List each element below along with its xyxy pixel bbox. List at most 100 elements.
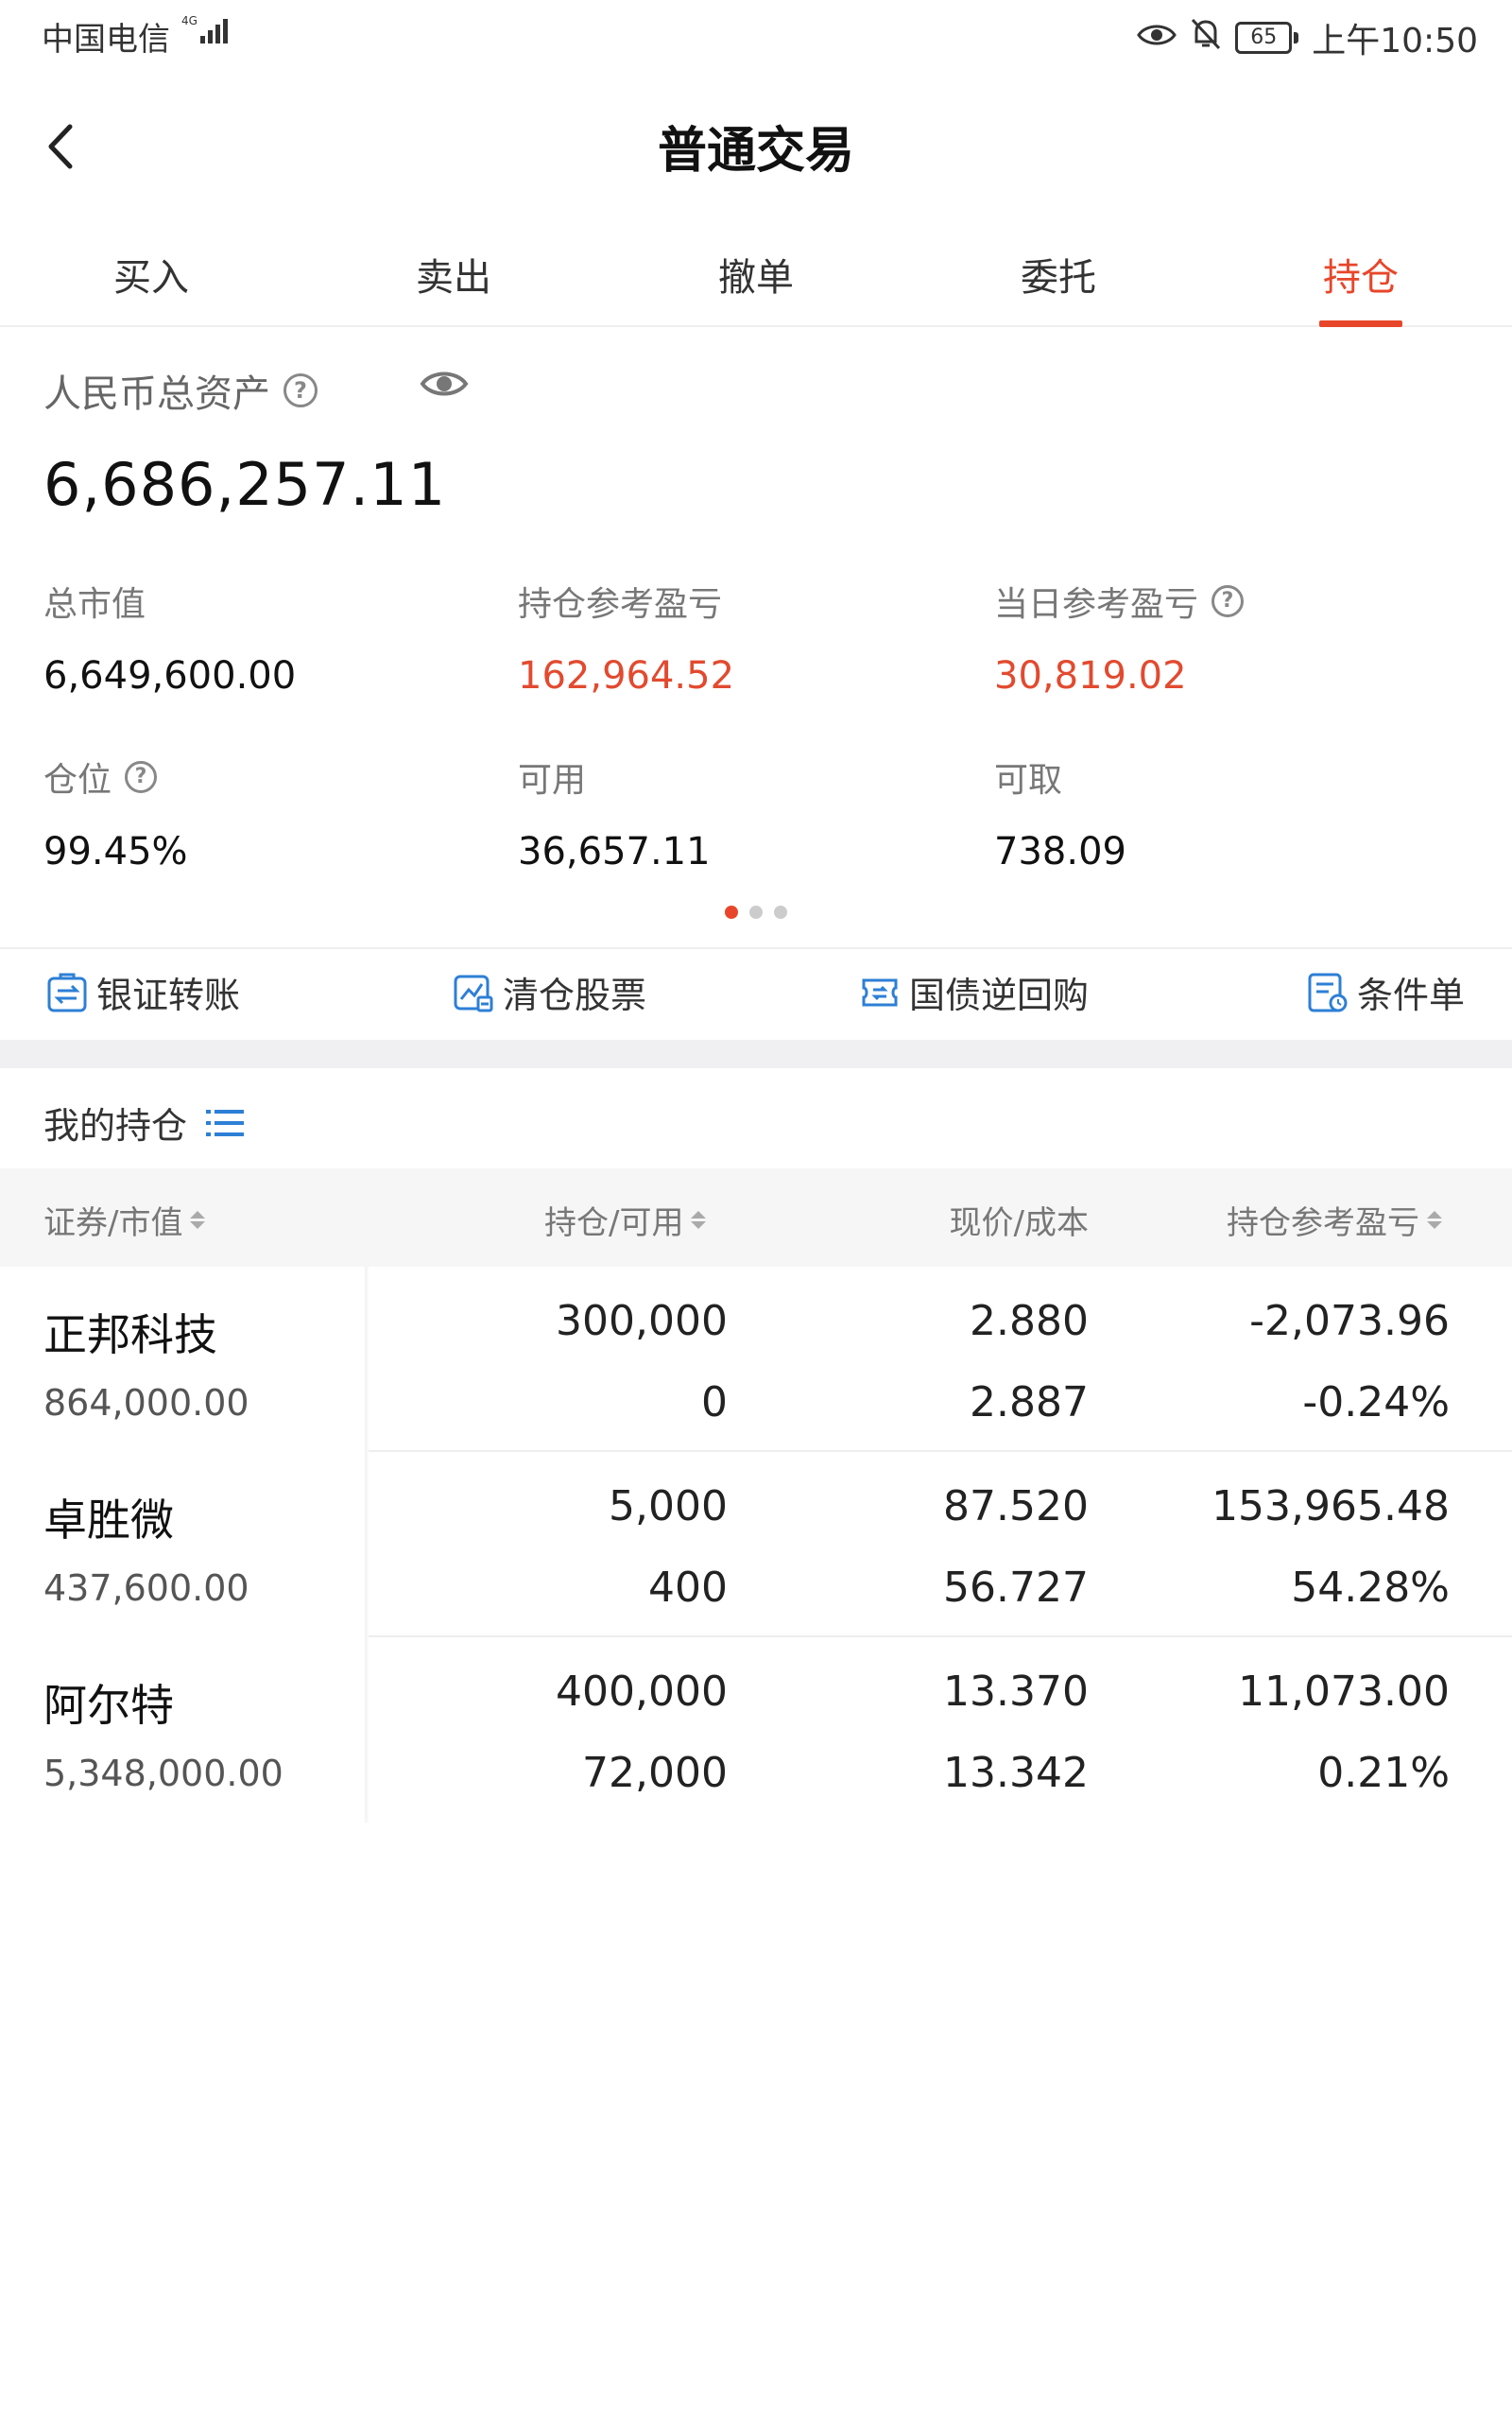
metric-label-text: 持仓参考盈亏 xyxy=(518,585,723,624)
quick-action-label: 清仓股票 xyxy=(503,975,647,1016)
current-price: 2.880 xyxy=(970,1297,1089,1345)
sort-icon xyxy=(1427,1211,1442,1229)
help-icon[interactable]: ? xyxy=(284,373,318,407)
metric-label-text: 总市值 xyxy=(43,585,146,624)
tab-cancel[interactable]: 撤单 xyxy=(605,238,907,325)
metric-label-text: 可取 xyxy=(994,761,1063,800)
metric-value-market-value: 6,649,600.00 xyxy=(43,654,297,698)
metric-label-text: 仓位 xyxy=(43,761,112,800)
divider xyxy=(0,947,1512,949)
signal-icon: 4G xyxy=(180,11,236,53)
position-pnl-pct: 54.28% xyxy=(1291,1564,1450,1612)
column-header-pnl[interactable]: 持仓参考盈亏 xyxy=(1227,1197,1442,1243)
quick-action-label: 条件单 xyxy=(1357,975,1466,1016)
table-row[interactable]: 阿尔特 5,348,000.00 400,000 72,000 13.370 1… xyxy=(0,1637,1512,1823)
tab-orders[interactable]: 委托 xyxy=(907,238,1210,325)
metric-value-available: 36,657.11 xyxy=(518,830,711,873)
metric-value-daily-pnl: 30,819.02 xyxy=(994,654,1187,698)
metric-value-position-pnl: 162,964.52 xyxy=(518,654,735,698)
battery-icon: 65 xyxy=(1235,22,1299,54)
total-assets-label: 人民币总资产 ? xyxy=(43,363,318,418)
table-row[interactable]: 正邦科技 864,000.00 300,000 0 2.880 2.887 -2… xyxy=(0,1267,1512,1452)
current-price: 87.520 xyxy=(943,1482,1089,1530)
bond-repo-icon xyxy=(862,978,898,1006)
metric-value-position-ratio: 99.45% xyxy=(43,830,188,873)
available-qty: 0 xyxy=(701,1378,728,1426)
position-pnl-pct: -0.24% xyxy=(1302,1378,1450,1426)
status-bar: 中国电信 4G 65 上午10:50 xyxy=(0,0,1512,72)
help-icon[interactable]: ? xyxy=(125,761,158,793)
page-dot[interactable] xyxy=(725,906,738,919)
column-header-security[interactable]: 证券/市值 xyxy=(43,1197,206,1243)
column-header-label: 持仓/可用 xyxy=(544,1204,684,1242)
quick-action-clear-stock[interactable]: 清仓股票 xyxy=(452,966,646,1018)
section-gap xyxy=(0,1040,1512,1068)
quick-action-condition-order[interactable]: 条件单 xyxy=(1306,966,1465,1018)
carrier-label: 中国电信 xyxy=(42,21,170,59)
available-qty: 72,000 xyxy=(582,1749,728,1797)
quick-action-label: 银证转账 xyxy=(96,975,241,1016)
stock-name: 阿尔特 xyxy=(43,1680,174,1731)
page-dot[interactable] xyxy=(774,906,787,919)
metric-label-position-ratio: 仓位? xyxy=(43,752,158,802)
metric-label-text: 当日参考盈亏 xyxy=(994,585,1199,624)
market-value: 864,000.00 xyxy=(43,1382,249,1424)
cost-price: 2.887 xyxy=(970,1378,1089,1426)
metric-label-withdrawable: 可取 xyxy=(994,752,1062,802)
table-row[interactable]: 卓胜微 437,600.00 5,000 400 87.520 56.727 1… xyxy=(0,1452,1512,1637)
quick-action-bond-repo[interactable]: 国债逆回购 xyxy=(858,966,1089,1018)
metric-label-available: 可用 xyxy=(518,752,586,802)
metric-label-market-value: 总市值 xyxy=(43,577,146,626)
transfer-icon xyxy=(47,973,87,1011)
status-right: 65 上午10:50 xyxy=(1137,13,1478,62)
metric-label-text: 可用 xyxy=(518,761,587,800)
trade-tabs: 买入 卖出 撤单 委托 持仓 xyxy=(0,238,1512,327)
metric-label-daily-pnl: 当日参考盈亏? xyxy=(994,577,1245,626)
sort-icon xyxy=(190,1211,206,1229)
sort-icon xyxy=(691,1211,707,1229)
current-price: 13.370 xyxy=(943,1668,1089,1716)
tab-sell[interactable]: 卖出 xyxy=(302,238,605,325)
position-pnl: 11,073.00 xyxy=(1238,1668,1450,1716)
network-type-label: 4G xyxy=(181,14,198,27)
back-button[interactable] xyxy=(38,113,85,180)
battery-level: 65 xyxy=(1235,22,1293,54)
page-dot[interactable] xyxy=(749,906,763,919)
column-header-label: 证券/市值 xyxy=(43,1204,183,1242)
market-value: 437,600.00 xyxy=(43,1567,249,1609)
clear-stock-icon xyxy=(454,975,493,1011)
metric-value-withdrawable: 738.09 xyxy=(994,830,1126,873)
eye-icon xyxy=(420,372,469,396)
clock: 上午10:50 xyxy=(1312,22,1478,60)
quick-action-transfer[interactable]: 银证转账 xyxy=(45,966,240,1018)
stock-name: 正邦科技 xyxy=(43,1309,217,1360)
column-header-label: 持仓参考盈亏 xyxy=(1227,1204,1419,1242)
condition-order-icon xyxy=(1308,973,1348,1011)
holding-qty: 300,000 xyxy=(556,1297,728,1345)
list-icon[interactable] xyxy=(204,1106,246,1140)
holding-qty: 400,000 xyxy=(556,1668,728,1716)
position-pnl: -2,073.96 xyxy=(1249,1297,1450,1345)
chevron-left-icon xyxy=(48,124,73,169)
tab-buy[interactable]: 买入 xyxy=(0,238,302,325)
available-qty: 400 xyxy=(648,1564,728,1612)
my-positions-header: 我的持仓 xyxy=(43,1097,246,1149)
toggle-visibility-button[interactable] xyxy=(420,367,469,405)
position-pnl-pct: 0.21% xyxy=(1317,1749,1450,1797)
total-assets-title: 人民币总资产 xyxy=(43,372,270,416)
eye-comfort-icon xyxy=(1137,19,1177,58)
page-title: 普通交易 xyxy=(657,123,854,180)
position-pnl: 153,965.48 xyxy=(1211,1482,1450,1530)
tab-positions[interactable]: 持仓 xyxy=(1210,238,1512,327)
column-header-label: 现价/成本 xyxy=(949,1204,1089,1242)
mute-bell-icon xyxy=(1190,17,1222,60)
quick-action-label: 国债逆回购 xyxy=(909,975,1090,1016)
cost-price: 13.342 xyxy=(943,1749,1089,1797)
market-value: 5,348,000.00 xyxy=(43,1753,284,1794)
help-icon[interactable]: ? xyxy=(1211,585,1245,617)
page-indicator xyxy=(0,906,1512,919)
column-header-holding[interactable]: 持仓/可用 xyxy=(544,1197,707,1243)
holding-qty: 5,000 xyxy=(609,1482,728,1530)
total-assets-value: 6,686,257.11 xyxy=(43,450,447,519)
metric-label-position-pnl: 持仓参考盈亏 xyxy=(518,577,722,626)
